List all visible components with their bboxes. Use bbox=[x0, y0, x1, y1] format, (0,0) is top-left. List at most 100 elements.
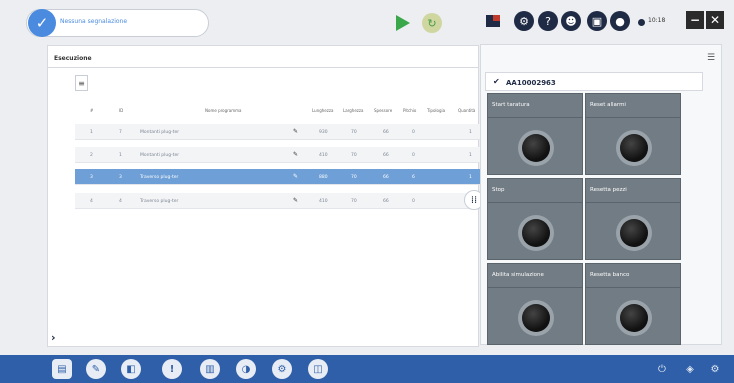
user-icon[interactable]: ● bbox=[610, 11, 630, 31]
cell-length: 930 bbox=[319, 130, 328, 135]
col-type: Tipologia bbox=[427, 108, 446, 113]
cell-pitch: 0 bbox=[412, 153, 415, 158]
divider bbox=[488, 117, 582, 118]
cell-length: 410 bbox=[319, 199, 328, 204]
enable-simulation-button[interactable]: Abilita simulazione bbox=[487, 263, 583, 345]
device-panel: ☰ ✔ AA10002963 Start taratura Reset alla… bbox=[480, 44, 722, 345]
table-row[interactable]: 1 7 Montanti plug-ter ✎ 930 70 66 0 1 bbox=[75, 124, 480, 140]
status-check-icon: ✓ bbox=[28, 9, 56, 37]
flag-icon[interactable] bbox=[483, 11, 503, 31]
command-label: Reset allarmi bbox=[590, 102, 626, 108]
id-card-icon[interactable]: ▣ bbox=[587, 11, 607, 31]
knob-icon bbox=[620, 219, 648, 247]
table-row-selected[interactable]: 3 3 Traverso plug-ter ✎ 880 70 66 6 1 bbox=[75, 169, 480, 185]
cell-thickness: 66 bbox=[383, 130, 389, 135]
stats-icon[interactable]: ▥ bbox=[200, 359, 220, 379]
edit-pencil-icon[interactable]: ✎ bbox=[293, 173, 298, 180]
close-button[interactable]: ✕ bbox=[706, 11, 724, 29]
cell-qty: 1 bbox=[469, 130, 472, 135]
reset-alarms-button[interactable]: Reset allarmi bbox=[585, 93, 681, 175]
cell-index: 2 bbox=[90, 153, 93, 158]
divider bbox=[488, 287, 582, 288]
command-label: Stop bbox=[492, 187, 505, 193]
list-menu-icon[interactable]: ☰ bbox=[707, 53, 715, 63]
cell-pitch: 6 bbox=[412, 175, 415, 180]
divider bbox=[488, 202, 582, 203]
cell-name: Montanti plug-ter bbox=[140, 130, 180, 135]
shield-icon[interactable]: ◈ bbox=[683, 362, 697, 376]
panel-title: Esecuzione bbox=[54, 55, 92, 62]
cube-icon[interactable]: ◧ bbox=[121, 359, 141, 379]
bottom-toolbar: ▤ ✎ ◧ ! ▥ ◑ ⚙ ◫ ⏻ ◈ ⚙ bbox=[0, 355, 734, 383]
cell-name: Traverso plug-ter bbox=[140, 175, 179, 180]
cell-index: 1 bbox=[90, 130, 93, 135]
cell-index: 4 bbox=[90, 199, 93, 204]
knob-icon bbox=[522, 304, 550, 332]
divider bbox=[586, 117, 680, 118]
cell-id: 3 bbox=[119, 175, 122, 180]
cell-index: 3 bbox=[90, 175, 93, 180]
command-label: Resetta banco bbox=[590, 272, 630, 278]
divider bbox=[48, 67, 478, 68]
clock-icon bbox=[638, 19, 645, 26]
gear-icon[interactable]: ⚙ bbox=[708, 362, 722, 376]
col-index: # bbox=[90, 108, 94, 113]
help-icon[interactable]: ? bbox=[538, 11, 558, 31]
cell-qty: 1 bbox=[469, 153, 472, 158]
divider bbox=[586, 202, 680, 203]
col-id: ID bbox=[119, 108, 124, 113]
divider bbox=[586, 287, 680, 288]
knob-icon bbox=[522, 219, 550, 247]
cell-width: 70 bbox=[351, 175, 357, 180]
users-icon[interactable]: ☻ bbox=[561, 11, 581, 31]
command-label: Resetta pezzi bbox=[590, 187, 627, 193]
alert-icon[interactable]: ! bbox=[162, 359, 182, 379]
command-label: Abilita simulazione bbox=[492, 272, 544, 278]
table-header: # ID Nome programma Lunghezza Larghezza … bbox=[75, 108, 480, 118]
stop-button[interactable]: Stop bbox=[487, 178, 583, 260]
cell-qty: 1 bbox=[469, 175, 472, 180]
power-icon[interactable]: ⏻ bbox=[655, 362, 669, 376]
cell-name: Montanti plug-ter bbox=[140, 153, 180, 158]
settings-gear-icon[interactable]: ⚙ bbox=[272, 359, 292, 379]
minimize-button[interactable]: − bbox=[686, 11, 704, 29]
machine-icon[interactable]: ◫ bbox=[308, 359, 328, 379]
clock-time: 10:18 bbox=[648, 17, 666, 24]
start-calibration-button[interactable]: Start taratura bbox=[487, 93, 583, 175]
cell-id: 4 bbox=[119, 199, 122, 204]
cell-thickness: 66 bbox=[383, 199, 389, 204]
reset-pieces-button[interactable]: Resetta pezzi bbox=[585, 178, 681, 260]
top-bar: ✓ Nessuna segnalazione ↻ ⚙ ? ☻ ▣ ● 10:18… bbox=[0, 0, 734, 44]
play-button[interactable] bbox=[393, 14, 411, 32]
chevron-right-icon[interactable]: › bbox=[51, 331, 56, 344]
table-row[interactable]: 2 1 Montanti plug-ter ✎ 410 70 66 0 1 bbox=[75, 147, 480, 163]
cell-pitch: 0 bbox=[412, 130, 415, 135]
col-pitch: Pitchio bbox=[403, 108, 417, 113]
program-list-icon[interactable]: ▤ bbox=[52, 359, 72, 379]
list-view-button[interactable]: ≡ bbox=[75, 75, 88, 91]
col-qty: Quantità bbox=[458, 108, 476, 113]
col-name: Nome programma bbox=[205, 108, 242, 113]
cell-length: 410 bbox=[319, 153, 328, 158]
command-label: Start taratura bbox=[492, 102, 530, 108]
cell-thickness: 66 bbox=[383, 175, 389, 180]
clock-settings-icon[interactable]: ⚙ bbox=[514, 11, 534, 31]
cell-id: 1 bbox=[119, 153, 122, 158]
edit-icon[interactable]: ✎ bbox=[86, 359, 106, 379]
grid-dots-icon: ⁞⁞ bbox=[470, 194, 478, 206]
edit-pencil-icon[interactable]: ✎ bbox=[293, 197, 298, 204]
table-row[interactable]: 4 4 Traverso plug-ter ✎ 410 70 66 0 1 bbox=[75, 193, 480, 209]
device-header: ✔ AA10002963 bbox=[485, 72, 703, 91]
tools-icon[interactable]: ◑ bbox=[236, 359, 256, 379]
cell-id: 7 bbox=[119, 130, 122, 135]
cell-width: 70 bbox=[351, 130, 357, 135]
knob-icon bbox=[522, 134, 550, 162]
col-length: Lunghezza bbox=[312, 108, 334, 113]
status-message: Nessuna segnalazione bbox=[60, 18, 128, 25]
refresh-button[interactable]: ↻ bbox=[422, 13, 442, 33]
edit-pencil-icon[interactable]: ✎ bbox=[293, 128, 298, 135]
edit-pencil-icon[interactable]: ✎ bbox=[293, 151, 298, 158]
refresh-icon: ↻ bbox=[427, 16, 437, 30]
execution-panel: Esecuzione ≡ # ID Nome programma Lunghez… bbox=[47, 45, 480, 347]
reset-bench-button[interactable]: Resetta banco bbox=[585, 263, 681, 345]
